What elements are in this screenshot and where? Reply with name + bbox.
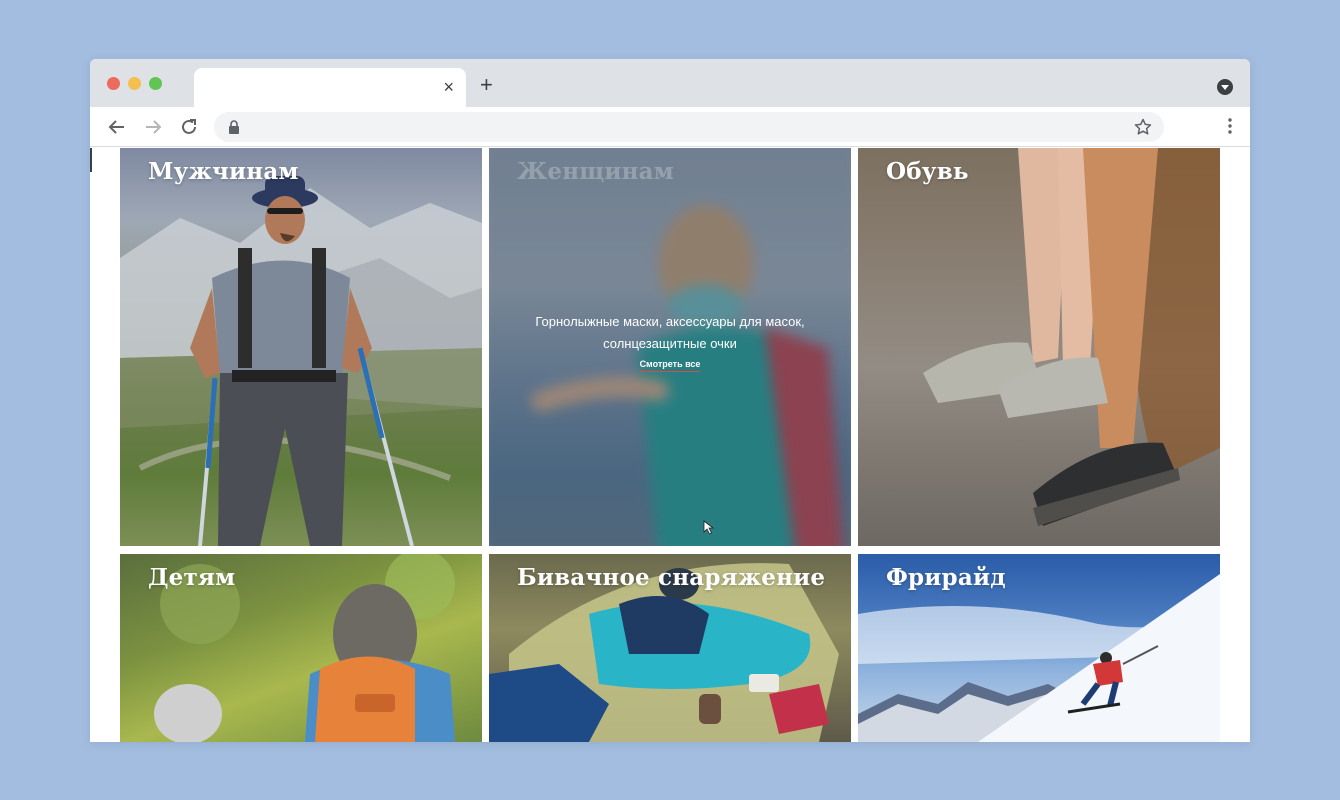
arrow-left-icon[interactable] bbox=[106, 116, 128, 138]
lock-icon bbox=[228, 120, 240, 139]
mouse-cursor-icon bbox=[703, 520, 715, 540]
page-edge-mark bbox=[90, 148, 92, 172]
category-description: Горнолыжные маски, аксессуары для масок,… bbox=[535, 314, 805, 351]
chevron-down-circle-icon[interactable] bbox=[1217, 79, 1233, 95]
address-bar[interactable] bbox=[214, 112, 1164, 142]
category-title: Фрирайд bbox=[886, 564, 1006, 591]
star-icon[interactable] bbox=[1134, 118, 1152, 141]
browser-tab[interactable]: × bbox=[194, 68, 466, 107]
maximize-window-button[interactable] bbox=[149, 77, 162, 90]
reload-icon[interactable] bbox=[178, 116, 200, 138]
category-tile-women[interactable]: Женщинам Горнолыжные маски, аксессуары д… bbox=[489, 148, 851, 546]
category-tile-kids[interactable]: Детям bbox=[120, 554, 482, 742]
category-title: Женщинам bbox=[517, 158, 674, 185]
kebab-menu-icon[interactable] bbox=[1228, 118, 1232, 139]
page-content: Мужчинам Женщинам Горнолыжные маски, акс… bbox=[90, 148, 1250, 742]
category-tile-freeride[interactable]: Фрирайд bbox=[858, 554, 1220, 742]
category-title: Обувь bbox=[886, 158, 969, 185]
category-tile-footwear[interactable]: Обувь bbox=[858, 148, 1220, 546]
men-hiker-photo bbox=[120, 148, 482, 546]
category-tile-men[interactable]: Мужчинам bbox=[120, 148, 482, 546]
category-tile-camping[interactable]: Бивачное снаряжение bbox=[489, 554, 851, 742]
browser-window: × + Мужчинам Женщинам Горнолыжные маски,… bbox=[90, 59, 1250, 742]
minimize-window-button[interactable] bbox=[128, 77, 141, 90]
tab-bar: × + bbox=[90, 59, 1250, 107]
new-tab-button[interactable]: + bbox=[480, 74, 493, 96]
tab-close-icon[interactable]: × bbox=[443, 77, 454, 97]
category-title: Бивачное снаряжение bbox=[517, 564, 826, 591]
browser-toolbar bbox=[90, 107, 1250, 147]
arrow-right-icon[interactable] bbox=[142, 116, 164, 138]
footwear-photo bbox=[858, 148, 1220, 546]
see-all-link[interactable]: Смотреть все bbox=[639, 359, 701, 372]
category-title: Детям bbox=[148, 564, 236, 591]
category-title: Мужчинам bbox=[148, 158, 299, 185]
close-window-button[interactable] bbox=[107, 77, 120, 90]
